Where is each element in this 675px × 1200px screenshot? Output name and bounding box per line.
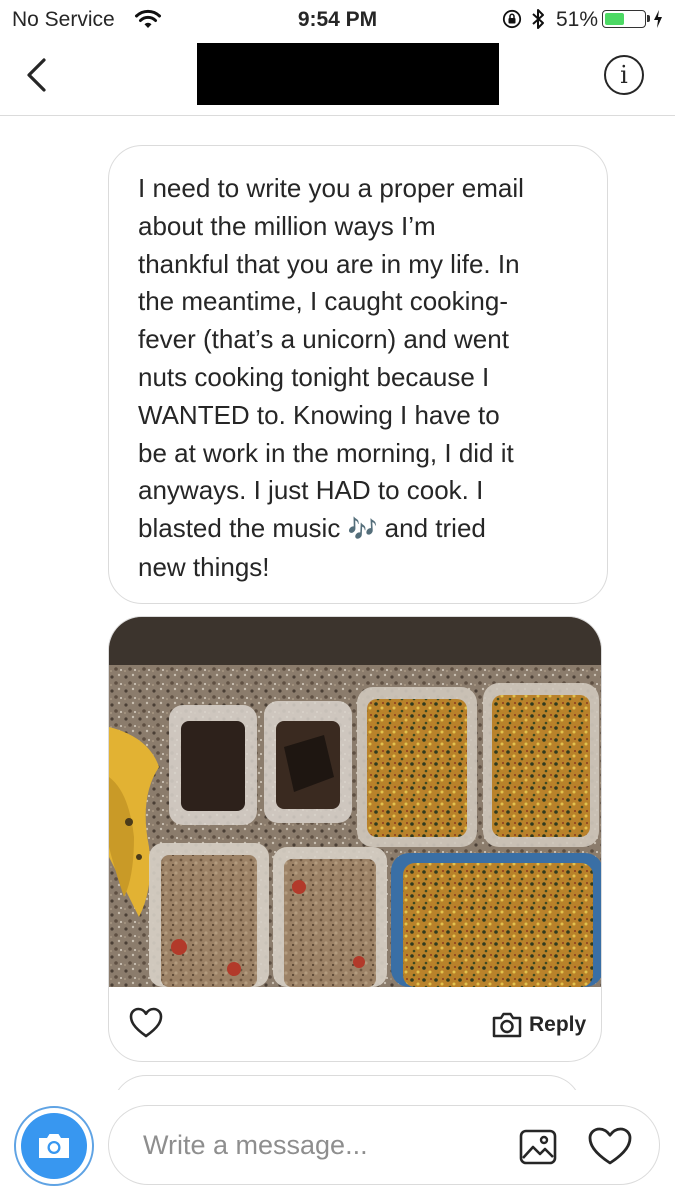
message-text-main: I need to write you a proper email about… xyxy=(138,173,524,544)
battery-fill xyxy=(605,13,624,25)
info-button[interactable]: i xyxy=(604,55,644,95)
orientation-lock-icon xyxy=(502,9,522,29)
info-icon: i xyxy=(620,61,628,89)
camera-icon xyxy=(39,1134,69,1158)
status-bar: No Service 9:54 PM 51% xyxy=(0,0,675,38)
battery-cap xyxy=(647,15,650,22)
back-chevron-icon[interactable] xyxy=(22,56,52,94)
camera-outline-icon xyxy=(492,1012,522,1038)
music-notes-emoji: 🎶 xyxy=(347,515,378,544)
reply-label: Reply xyxy=(529,1013,587,1036)
charging-bolt-icon xyxy=(654,10,662,28)
message-text: I need to write you a proper email about… xyxy=(138,170,579,587)
redacted-username[interactable] xyxy=(197,43,499,105)
message-bubble[interactable]: I need to write you a proper email about… xyxy=(108,145,608,604)
camera-button[interactable] xyxy=(14,1106,94,1186)
message-composer xyxy=(108,1105,660,1185)
conversation-header: i xyxy=(0,38,675,116)
battery-percent: 51% xyxy=(556,8,599,31)
meal-prep-photo[interactable] xyxy=(109,617,602,987)
message-input[interactable] xyxy=(143,1124,493,1166)
battery-icon xyxy=(602,10,650,28)
photo-message[interactable]: Reply xyxy=(108,616,602,1062)
image-icon[interactable] xyxy=(518,1128,558,1166)
bluetooth-icon xyxy=(532,9,544,29)
reply-button[interactable]: Reply xyxy=(491,1011,586,1039)
heart-outline-icon[interactable] xyxy=(587,1126,633,1166)
like-heart-icon[interactable] xyxy=(129,1007,163,1039)
camera-button-fill xyxy=(21,1113,87,1179)
